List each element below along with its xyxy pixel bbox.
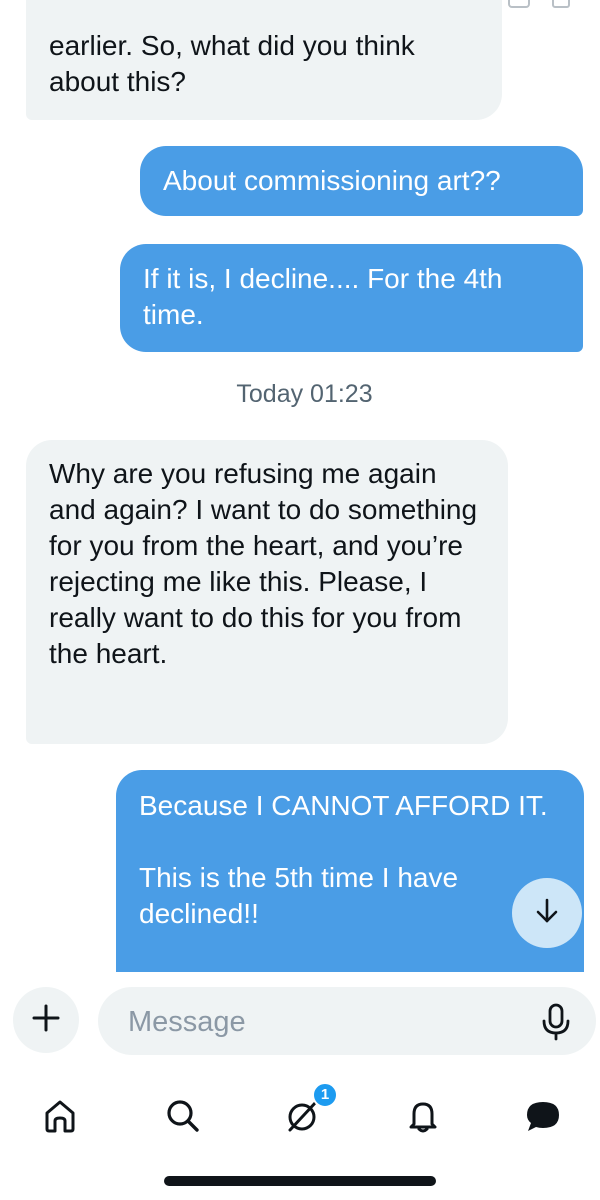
tab-search[interactable] — [153, 1088, 213, 1148]
more-icon[interactable] — [552, 0, 570, 8]
scroll-to-bottom-button[interactable] — [512, 878, 582, 948]
message-bubble-sent[interactable]: If it is, I decline.... For the 4th time… — [120, 244, 583, 352]
message-bubble-received[interactable]: Why are you refusing me again and again?… — [26, 440, 508, 744]
bell-icon — [405, 1098, 441, 1139]
message-composer — [0, 972, 600, 1068]
microphone-icon[interactable] — [540, 1003, 572, 1041]
home-icon — [42, 1098, 78, 1139]
message-bubble-sent[interactable]: About commissioning art?? — [140, 146, 583, 216]
tab-notifications[interactable] — [393, 1088, 453, 1148]
notification-badge: 1 — [312, 1082, 338, 1108]
tab-messages[interactable] — [513, 1088, 573, 1148]
message-text: Because I CANNOT AFFORD IT. This is the … — [139, 790, 548, 929]
message-text: earlier. So, what did you think about th… — [49, 30, 423, 97]
plus-icon — [32, 1004, 60, 1037]
message-text: Why are you refusing me again and again?… — [49, 458, 485, 669]
message-text: If it is, I decline.... For the 4th time… — [143, 263, 511, 330]
message-input[interactable] — [126, 987, 530, 1057]
dm-conversation-screen: earlier. So, what did you think about th… — [0, 0, 600, 1200]
message-text: About commissioning art?? — [163, 165, 501, 196]
add-attachment-button[interactable] — [13, 987, 79, 1053]
home-indicator[interactable] — [164, 1176, 436, 1186]
message-bubble-received[interactable]: earlier. So, what did you think about th… — [26, 0, 502, 120]
messages-icon — [524, 1098, 562, 1139]
info-icon[interactable] — [508, 0, 530, 8]
timestamp-divider: Today 01:23 — [236, 380, 373, 408]
search-icon — [165, 1098, 201, 1139]
arrow-down-icon — [533, 896, 561, 931]
message-input-wrapper — [98, 987, 596, 1057]
tab-home[interactable] — [30, 1088, 90, 1148]
